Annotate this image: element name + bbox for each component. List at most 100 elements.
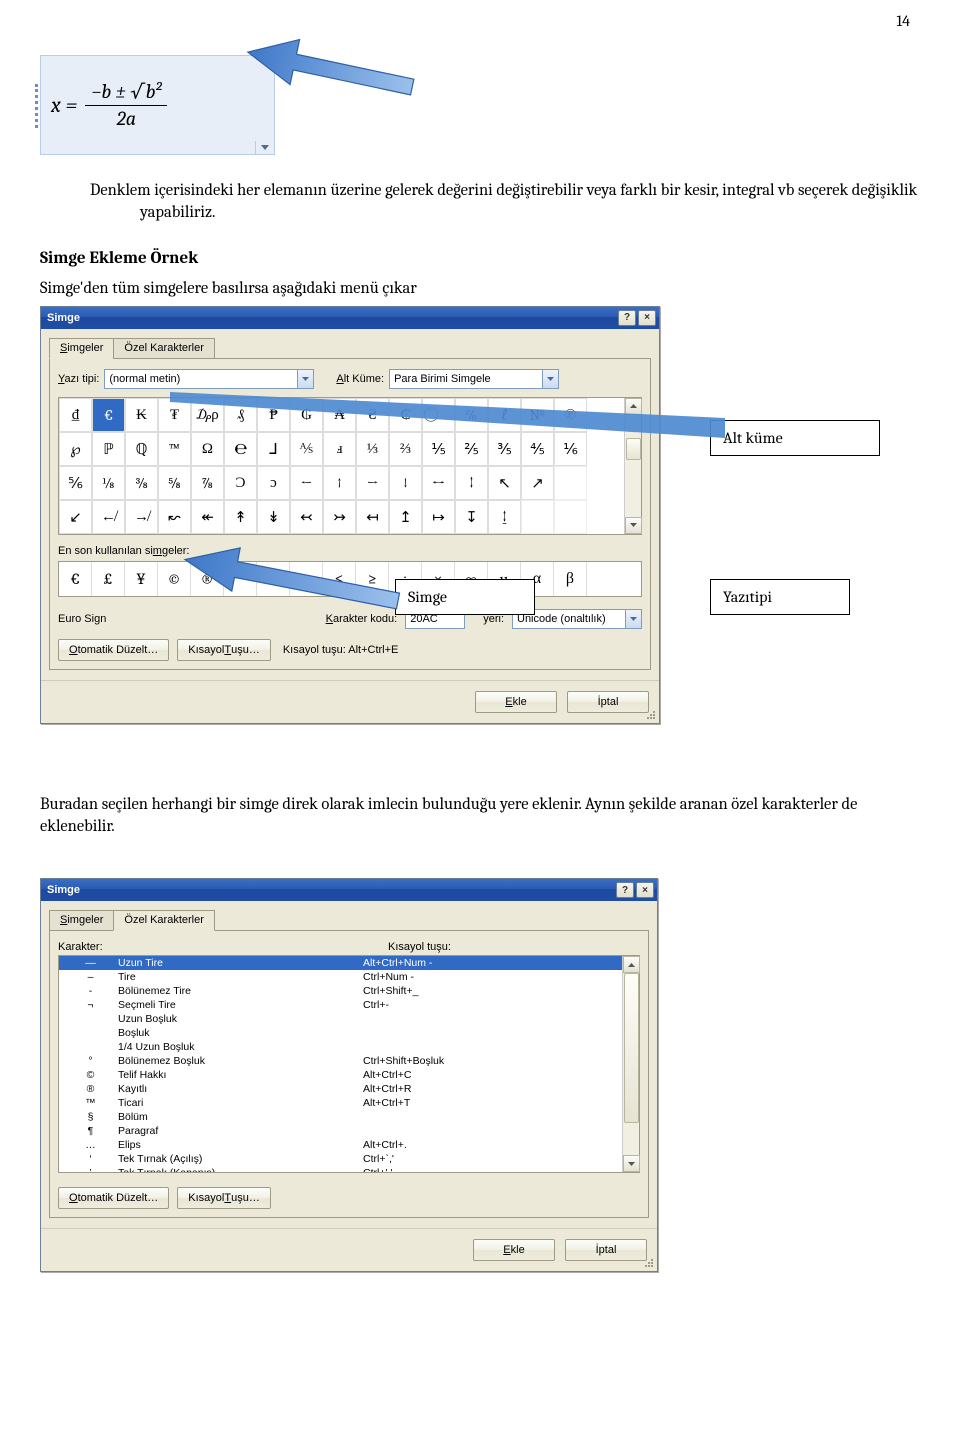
recent-symbol-cell[interactable]: ¥ bbox=[125, 562, 158, 596]
symbol-cell[interactable]: ↞ bbox=[191, 500, 224, 534]
symbol-cell[interactable]: ↔ bbox=[422, 466, 455, 500]
cancel-button[interactable]: İptal bbox=[567, 691, 649, 713]
symbol-cell[interactable]: € bbox=[92, 398, 125, 432]
symbol-cell[interactable]: Ɔ bbox=[224, 466, 257, 500]
special-char-symbol: … bbox=[63, 1138, 118, 1152]
autocorrect-button[interactable]: Otomatik Düzelt… bbox=[58, 1187, 169, 1209]
chevron-down-icon[interactable] bbox=[625, 610, 641, 628]
symbol-cell[interactable]: ⅞ bbox=[191, 466, 224, 500]
special-char-row[interactable]: Uzun Boşluk bbox=[59, 1012, 622, 1026]
special-char-symbol: ™ bbox=[63, 1096, 118, 1110]
special-char-row[interactable]: ¶Paragraf bbox=[59, 1124, 622, 1138]
special-char-row[interactable]: …ElipsAlt+Ctrl+. bbox=[59, 1138, 622, 1152]
titlebar[interactable]: Simge ? × bbox=[41, 879, 657, 901]
symbol-cell[interactable]: ⅛ bbox=[92, 466, 125, 500]
symbol-cell[interactable]: ↢ bbox=[290, 500, 323, 534]
special-char-shortcut: Ctrl+`,' bbox=[363, 1152, 618, 1166]
symbol-cell[interactable]: ↜ bbox=[158, 500, 191, 534]
titlebar[interactable]: Simge ? × bbox=[41, 307, 659, 329]
special-char-row[interactable]: 1/4 Uzun Boşluk bbox=[59, 1040, 622, 1054]
special-char-row[interactable]: ™TicariAlt+Ctrl+T bbox=[59, 1096, 622, 1110]
special-char-row[interactable]: Boşluk bbox=[59, 1026, 622, 1040]
special-char-name: Boşluk bbox=[118, 1026, 363, 1040]
special-char-row[interactable]: -Bölünemez TireCtrl+Shift+_ bbox=[59, 984, 622, 998]
symbol-cell[interactable]: ɔ bbox=[257, 466, 290, 500]
arrow-to-simge bbox=[175, 548, 405, 613]
symbol-cell[interactable]: ↥ bbox=[389, 500, 422, 534]
symbol-cell[interactable]: ↣ bbox=[323, 500, 356, 534]
symbol-cell[interactable]: ↧ bbox=[455, 500, 488, 534]
symbol-cell[interactable]: ⅚ bbox=[59, 466, 92, 500]
scrollbar[interactable] bbox=[622, 956, 639, 1172]
symbol-cell[interactable]: ↓ bbox=[389, 466, 422, 500]
special-char-shortcut: Alt+Ctrl+R bbox=[363, 1082, 618, 1096]
special-char-shortcut: Alt+Ctrl+Num - bbox=[363, 956, 618, 970]
symbol-cell[interactable]: ↤ bbox=[356, 500, 389, 534]
symbol-cell[interactable]: → bbox=[356, 466, 389, 500]
symbol-cell[interactable]: ↡ bbox=[257, 500, 290, 534]
symbol-cell[interactable]: ⅜ bbox=[125, 466, 158, 500]
special-char-row[interactable]: –TireCtrl+Num - bbox=[59, 970, 622, 984]
tab-ozel-karakterler[interactable]: Özel Karakterler bbox=[113, 910, 214, 931]
cancel-button[interactable]: İptal bbox=[565, 1239, 647, 1261]
symbol-cell[interactable] bbox=[554, 466, 587, 500]
symbol-cell[interactable] bbox=[554, 500, 587, 534]
symbol-cell[interactable]: ↨ bbox=[488, 500, 521, 534]
scroll-up-button[interactable] bbox=[623, 956, 640, 973]
special-char-row[interactable]: ©Telif HakkıAlt+Ctrl+C bbox=[59, 1068, 622, 1082]
symbol-cell[interactable]: ₫ bbox=[59, 398, 92, 432]
special-char-name: Uzun Tire bbox=[118, 956, 363, 970]
shortcut-key-button[interactable]: Kısayol Tuşu… bbox=[177, 639, 271, 661]
special-char-row[interactable]: ¬Seçmeli TireCtrl+- bbox=[59, 998, 622, 1012]
shortcut-key-button[interactable]: Kısayol Tuşu… bbox=[177, 1187, 271, 1209]
symbol-cell[interactable]: ↖ bbox=[488, 466, 521, 500]
symbol-cell[interactable] bbox=[521, 500, 554, 534]
scroll-down-button[interactable] bbox=[625, 517, 642, 534]
help-button[interactable]: ? bbox=[618, 310, 636, 326]
resize-grip-icon[interactable] bbox=[643, 1257, 655, 1269]
close-button[interactable]: × bbox=[636, 882, 654, 898]
symbol-cell[interactable]: ℘ bbox=[59, 432, 92, 466]
special-char-row[interactable]: ’Tek Tırnak (Kapanış)Ctrl+',' bbox=[59, 1166, 622, 1172]
recent-symbol-cell[interactable]: € bbox=[59, 562, 92, 596]
resize-grip-icon[interactable] bbox=[645, 709, 657, 721]
special-char-row[interactable]: °Bölünemez BoşlukCtrl+Shift+Boşluk bbox=[59, 1054, 622, 1068]
symbol-cell[interactable]: ₭ bbox=[125, 398, 158, 432]
equation-dropdown-icon[interactable] bbox=[255, 141, 275, 155]
special-char-row[interactable]: ‘Tek Tırnak (Açılış)Ctrl+`,' bbox=[59, 1152, 622, 1166]
close-button[interactable]: × bbox=[638, 310, 656, 326]
scroll-down-button[interactable] bbox=[623, 1155, 640, 1172]
character-name: Euro Sign bbox=[58, 613, 106, 625]
symbol-cell[interactable]: ↟ bbox=[224, 500, 257, 534]
tab-simgeler[interactable]: Simgeler bbox=[49, 910, 114, 931]
symbol-cell[interactable]: ← bbox=[290, 466, 323, 500]
symbol-cell[interactable]: ↦ bbox=[422, 500, 455, 534]
special-char-name: Tek Tırnak (Kapanış) bbox=[118, 1166, 363, 1172]
code-label: Karakter kodu: bbox=[326, 613, 398, 625]
tab-ozel-karakterler[interactable]: Özel Karakterler bbox=[113, 338, 214, 359]
special-char-row[interactable]: —Uzun TireAlt+Ctrl+Num - bbox=[59, 956, 622, 970]
special-char-name: Elips bbox=[118, 1138, 363, 1152]
symbol-cell[interactable]: ℙ bbox=[92, 432, 125, 466]
symbol-cell[interactable]: ↑ bbox=[323, 466, 356, 500]
symbol-cell[interactable]: ↛ bbox=[125, 500, 158, 534]
special-char-shortcut: Ctrl+Shift+Boşluk bbox=[363, 1054, 618, 1068]
insert-button[interactable]: Ekle bbox=[473, 1239, 555, 1261]
scrollbar-thumb[interactable] bbox=[624, 973, 639, 1123]
recent-symbol-cell[interactable]: £ bbox=[92, 562, 125, 596]
special-char-row[interactable]: §Bölüm bbox=[59, 1110, 622, 1124]
symbol-cell[interactable]: ↗ bbox=[521, 466, 554, 500]
help-button[interactable]: ? bbox=[616, 882, 634, 898]
symbol-cell[interactable]: ↕ bbox=[455, 466, 488, 500]
col-character-label: Karakter: bbox=[58, 941, 128, 953]
special-char-row[interactable]: ®KayıtlıAlt+Ctrl+R bbox=[59, 1082, 622, 1096]
recent-symbol-cell[interactable]: β bbox=[554, 562, 587, 596]
symbol-cell[interactable]: ⅝ bbox=[158, 466, 191, 500]
autocorrect-button[interactable]: Otomatik Düzelt… bbox=[58, 639, 169, 661]
equation-lhs: x = bbox=[51, 92, 77, 118]
symbol-cell[interactable]: ↚ bbox=[92, 500, 125, 534]
tab-simgeler[interactable]: Simgeler bbox=[49, 338, 114, 359]
insert-button[interactable]: Ekle bbox=[475, 691, 557, 713]
symbol-cell[interactable]: ↙ bbox=[59, 500, 92, 534]
symbol-cell[interactable]: ℚ bbox=[125, 432, 158, 466]
